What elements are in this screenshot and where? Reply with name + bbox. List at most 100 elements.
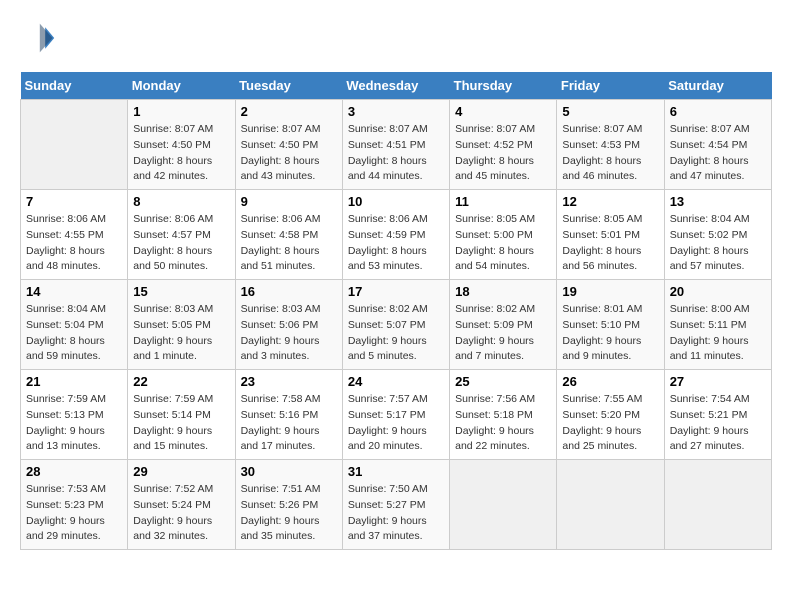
sunrise-text: Sunrise: 8:07 AM [241, 122, 337, 138]
daylight-text: Daylight: 8 hours and 48 minutes. [26, 244, 122, 276]
day-number: 11 [455, 194, 551, 209]
sunrise-text: Sunrise: 7:55 AM [562, 392, 658, 408]
sunrise-text: Sunrise: 8:06 AM [26, 212, 122, 228]
day-number: 9 [241, 194, 337, 209]
sunset-text: Sunset: 5:26 PM [241, 498, 337, 514]
sunrise-text: Sunrise: 8:04 AM [670, 212, 766, 228]
calendar-cell: 9Sunrise: 8:06 AMSunset: 4:58 PMDaylight… [235, 190, 342, 280]
day-number: 15 [133, 284, 229, 299]
calendar-cell: 20 Sunrise: 8:00 AMSunset: 5:11 PMDayligh… [664, 280, 771, 370]
sunset-text: Sunset: 5:06 PM [241, 318, 337, 334]
daylight-text: Daylight: 8 hours and 57 minutes. [670, 244, 766, 276]
calendar-cell: 14Sunrise: 8:04 AMSunset: 5:04 PMDayligh… [21, 280, 128, 370]
day-info: Sunrise: 7:56 AMSunset: 5:18 PMDaylight:… [455, 392, 551, 455]
column-header-thursday: Thursday [450, 72, 557, 100]
calendar-cell [21, 100, 128, 190]
sunset-text: Sunset: 5:10 PM [562, 318, 658, 334]
calendar-cell: 5 Sunrise: 8:07 AMSunset: 4:53 PMDaylight… [557, 100, 664, 190]
daylight-text: Daylight: 8 hours and 50 minutes. [133, 244, 229, 276]
calendar-cell: 19Sunrise: 8:01 AMSunset: 5:10 PMDayligh… [557, 280, 664, 370]
calendar-cell [664, 460, 771, 550]
daylight-text: Daylight: 9 hours and 13 minutes. [26, 424, 122, 456]
sunset-text: Sunset: 5:13 PM [26, 408, 122, 424]
daylight-text: Daylight: 9 hours and 9 minutes. [562, 334, 658, 366]
sunrise-text: Sunrise: 8:02 AM [348, 302, 444, 318]
day-info: Sunrise: 8:07 AMSunset: 4:52 PMDaylight:… [455, 122, 551, 185]
day-number: 18 [455, 284, 551, 299]
sunrise-text: Sunrise: 8:04 AM [26, 302, 122, 318]
day-info: Sunrise: 8:02 AMSunset: 5:09 PMDaylight:… [455, 302, 551, 365]
sunset-text: Sunset: 4:54 PM [670, 138, 766, 154]
calendar-cell: 15Sunrise: 8:03 AMSunset: 5:05 PMDayligh… [128, 280, 235, 370]
day-number: 27 [670, 374, 766, 389]
day-info: Sunrise: 8:07 AMSunset: 4:50 PMDaylight:… [241, 122, 337, 185]
calendar-cell: 29Sunrise: 7:52 AMSunset: 5:24 PMDayligh… [128, 460, 235, 550]
daylight-text: Daylight: 9 hours and 29 minutes. [26, 514, 122, 546]
column-header-wednesday: Wednesday [342, 72, 449, 100]
calendar-cell [557, 460, 664, 550]
day-number: 22 [133, 374, 229, 389]
day-number: 26 [562, 374, 658, 389]
day-number: 5 [562, 104, 658, 119]
daylight-text: Daylight: 9 hours and 17 minutes. [241, 424, 337, 456]
calendar-cell: 18 Sunrise: 8:02 AMSunset: 5:09 PMDayligh… [450, 280, 557, 370]
sunrise-text: Sunrise: 7:56 AM [455, 392, 551, 408]
sunset-text: Sunset: 5:18 PM [455, 408, 551, 424]
daylight-text: Daylight: 8 hours and 56 minutes. [562, 244, 658, 276]
sunrise-text: Sunrise: 8:00 AM [670, 302, 766, 318]
logo-icon [20, 20, 56, 56]
day-number: 3 [348, 104, 444, 119]
calendar-cell: 28Sunrise: 7:53 AMSunset: 5:23 PMDayligh… [21, 460, 128, 550]
daylight-text: Daylight: 8 hours and 51 minutes. [241, 244, 337, 276]
calendar-cell: 10Sunrise: 8:06 AMSunset: 4:59 PMDayligh… [342, 190, 449, 280]
sunrise-text: Sunrise: 7:52 AM [133, 482, 229, 498]
sunset-text: Sunset: 5:21 PM [670, 408, 766, 424]
daylight-text: Daylight: 9 hours and 37 minutes. [348, 514, 444, 546]
daylight-text: Daylight: 8 hours and 53 minutes. [348, 244, 444, 276]
sunset-text: Sunset: 5:14 PM [133, 408, 229, 424]
column-headers: SundayMondayTuesdayWednesdayThursdayFrid… [21, 72, 772, 100]
sunrise-text: Sunrise: 8:07 AM [348, 122, 444, 138]
daylight-text: Daylight: 8 hours and 54 minutes. [455, 244, 551, 276]
day-info: Sunrise: 8:03 AMSunset: 5:06 PMDaylight:… [241, 302, 337, 365]
sunrise-text: Sunrise: 7:59 AM [26, 392, 122, 408]
day-number: 24 [348, 374, 444, 389]
column-header-monday: Monday [128, 72, 235, 100]
calendar-cell: 22 Sunrise: 7:59 AMSunset: 5:14 PMDayligh… [128, 370, 235, 460]
day-number: 28 [26, 464, 122, 479]
day-info: Sunrise: 8:07 AMSunset: 4:53 PMDaylight:… [562, 122, 658, 185]
sunrise-text: Sunrise: 8:06 AM [348, 212, 444, 228]
day-info: Sunrise: 7:55 AMSunset: 5:20 PMDaylight:… [562, 392, 658, 455]
sunset-text: Sunset: 4:59 PM [348, 228, 444, 244]
calendar-cell: 31Sunrise: 7:50 AMSunset: 5:27 PMDayligh… [342, 460, 449, 550]
daylight-text: Daylight: 9 hours and 5 minutes. [348, 334, 444, 366]
day-number: 30 [241, 464, 337, 479]
daylight-text: Daylight: 9 hours and 25 minutes. [562, 424, 658, 456]
day-number: 21 [26, 374, 122, 389]
day-info: Sunrise: 8:00 AMSunset: 5:11 PMDaylight:… [670, 302, 766, 365]
day-info: Sunrise: 7:58 AMSunset: 5:16 PMDaylight:… [241, 392, 337, 455]
logo [20, 20, 62, 56]
sunrise-text: Sunrise: 8:07 AM [670, 122, 766, 138]
day-number: 13 [670, 194, 766, 209]
day-info: Sunrise: 8:05 AMSunset: 5:00 PMDaylight:… [455, 212, 551, 275]
sunrise-text: Sunrise: 8:05 AM [455, 212, 551, 228]
sunset-text: Sunset: 5:27 PM [348, 498, 444, 514]
sunset-text: Sunset: 5:02 PM [670, 228, 766, 244]
sunset-text: Sunset: 5:20 PM [562, 408, 658, 424]
daylight-text: Daylight: 9 hours and 35 minutes. [241, 514, 337, 546]
day-info: Sunrise: 7:57 AMSunset: 5:17 PMDaylight:… [348, 392, 444, 455]
sunset-text: Sunset: 4:53 PM [562, 138, 658, 154]
calendar-cell: 4Sunrise: 8:07 AMSunset: 4:52 PMDaylight… [450, 100, 557, 190]
day-info: Sunrise: 7:59 AMSunset: 5:14 PMDaylight:… [133, 392, 229, 455]
calendar-cell: 23Sunrise: 7:58 AMSunset: 5:16 PMDayligh… [235, 370, 342, 460]
day-number: 20 [670, 284, 766, 299]
daylight-text: Daylight: 9 hours and 1 minute. [133, 334, 229, 366]
calendar-cell: 13 Sunrise: 8:04 AMSunset: 5:02 PMDayligh… [664, 190, 771, 280]
day-number: 1 [133, 104, 229, 119]
sunrise-text: Sunrise: 8:07 AM [133, 122, 229, 138]
calendar-cell: 1Sunrise: 8:07 AMSunset: 4:50 PMDaylight… [128, 100, 235, 190]
daylight-text: Daylight: 8 hours and 47 minutes. [670, 154, 766, 186]
calendar-cell: 3Sunrise: 8:07 AMSunset: 4:51 PMDaylight… [342, 100, 449, 190]
day-info: Sunrise: 8:04 AMSunset: 5:04 PMDaylight:… [26, 302, 122, 365]
